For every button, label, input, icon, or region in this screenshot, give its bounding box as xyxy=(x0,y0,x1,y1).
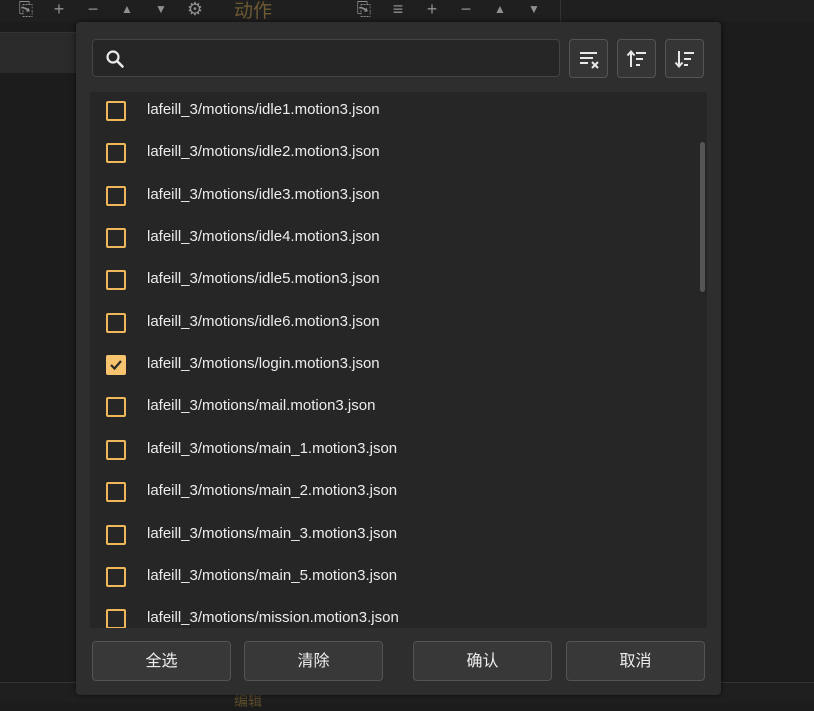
clear-sort-button[interactable] xyxy=(569,39,608,78)
list-item-label: lafeill_3/motions/idle3.motion3.json xyxy=(147,185,380,203)
select-all-button[interactable]: 全选 xyxy=(92,641,231,681)
list-item[interactable]: lafeill_3/motions/main_5.motion3.json xyxy=(90,558,690,600)
list-item[interactable]: lafeill_3/motions/login.motion3.json xyxy=(90,346,690,388)
move-up-icon[interactable]: ▲ xyxy=(490,0,510,18)
list-item[interactable]: lafeill_3/motions/idle1.motion3.json xyxy=(90,92,690,134)
checkbox[interactable] xyxy=(106,312,126,333)
check-icon xyxy=(110,360,122,371)
clear-button[interactable]: 清除 xyxy=(244,641,383,681)
move-down-icon[interactable]: ▼ xyxy=(151,0,171,18)
list-item[interactable]: lafeill_3/motions/idle4.motion3.json xyxy=(90,219,690,261)
move-up-icon[interactable]: ▲ xyxy=(117,0,137,18)
add-icon[interactable]: + xyxy=(49,0,69,18)
list-item[interactable]: lafeill_3/motions/idle5.motion3.json xyxy=(90,261,690,303)
checkbox[interactable] xyxy=(106,228,126,249)
sort-descending-button[interactable] xyxy=(665,39,704,78)
list-item[interactable]: lafeill_3/motions/mission.motion3.json xyxy=(90,600,690,628)
list-item[interactable]: lafeill_3/motions/main_3.motion3.json xyxy=(90,516,690,558)
checkbox[interactable] xyxy=(106,566,126,587)
list-item-label: lafeill_3/motions/idle4.motion3.json xyxy=(147,228,380,246)
list-item[interactable]: lafeill_3/motions/mail.motion3.json xyxy=(90,388,690,430)
move-down-icon[interactable]: ▼ xyxy=(524,0,544,18)
list-item[interactable]: lafeill_3/motions/idle3.motion3.json xyxy=(90,177,690,219)
list-item-label: lafeill_3/motions/mail.motion3.json xyxy=(147,397,376,415)
sort-descending-icon xyxy=(674,50,694,68)
checkbox[interactable] xyxy=(106,185,126,206)
checkbox-checked[interactable] xyxy=(106,355,126,376)
checkbox[interactable] xyxy=(106,439,126,460)
sort-ascending-icon xyxy=(626,49,646,67)
add-icon[interactable]: + xyxy=(422,0,442,18)
select-motions-dialog: lafeill_3/motions/idle1.motion3.jsonlafe… xyxy=(76,22,721,695)
checkbox[interactable] xyxy=(106,397,126,418)
checkbox[interactable] xyxy=(106,609,126,628)
checkbox[interactable] xyxy=(106,101,126,121)
list-item[interactable]: lafeill_3/motions/main_1.motion3.json xyxy=(90,431,690,473)
list-item[interactable]: lafeill_3/motions/idle2.motion3.json xyxy=(90,134,690,176)
search-box[interactable] xyxy=(92,39,560,78)
checkbox[interactable] xyxy=(106,270,126,291)
list-item-label: lafeill_3/motions/idle2.motion3.json xyxy=(147,143,380,161)
background-toolbar: ⎘ + − ▲ ▼ ⚙ 动作 ⎘ ≡ + − ▲ ▼ xyxy=(0,0,814,22)
remove-icon[interactable]: − xyxy=(83,0,103,18)
cancel-button[interactable]: 取消 xyxy=(566,641,705,681)
scrollbar-thumb[interactable] xyxy=(700,142,705,292)
checkbox[interactable] xyxy=(106,482,126,503)
list-item-label: lafeill_3/motions/main_2.motion3.json xyxy=(147,482,398,500)
search-input[interactable] xyxy=(133,40,557,78)
panel-title: 动作 xyxy=(234,1,273,22)
list-item-label: lafeill_3/motions/idle5.motion3.json xyxy=(147,270,380,288)
list-item-label: lafeill_3/motions/mission.motion3.json xyxy=(147,609,399,627)
list-item[interactable]: lafeill_3/motions/idle6.motion3.json xyxy=(90,304,690,346)
list-item-label: lafeill_3/motions/main_3.motion3.json xyxy=(147,524,398,542)
sort-ascending-button[interactable] xyxy=(617,39,656,78)
confirm-button[interactable]: 确认 xyxy=(413,641,552,681)
list-item-label: lafeill_3/motions/main_1.motion3.json xyxy=(147,439,398,457)
scrollbar[interactable] xyxy=(698,92,707,628)
gear-icon[interactable]: ⚙ xyxy=(185,0,205,18)
checkbox[interactable] xyxy=(106,143,126,164)
list-item-label: lafeill_3/motions/idle1.motion3.json xyxy=(147,101,380,118)
background-panel-strip xyxy=(0,32,76,73)
divider xyxy=(560,0,561,22)
copy-icon[interactable]: ⎘ xyxy=(16,0,36,18)
copy-icon[interactable]: ⎘ xyxy=(354,0,374,18)
clear-sort-icon xyxy=(579,51,599,69)
motion-list[interactable]: lafeill_3/motions/idle1.motion3.jsonlafe… xyxy=(90,92,707,628)
search-icon xyxy=(106,50,124,68)
list-item-label: lafeill_3/motions/idle6.motion3.json xyxy=(147,312,380,330)
list-item[interactable]: lafeill_3/motions/main_2.motion3.json xyxy=(90,473,690,515)
remove-icon[interactable]: − xyxy=(456,0,476,18)
add-list-icon[interactable]: ≡ xyxy=(388,0,408,18)
list-item-label: lafeill_3/motions/login.motion3.json xyxy=(147,355,380,373)
checkbox[interactable] xyxy=(106,524,126,545)
list-item-label: lafeill_3/motions/main_5.motion3.json xyxy=(147,566,398,584)
